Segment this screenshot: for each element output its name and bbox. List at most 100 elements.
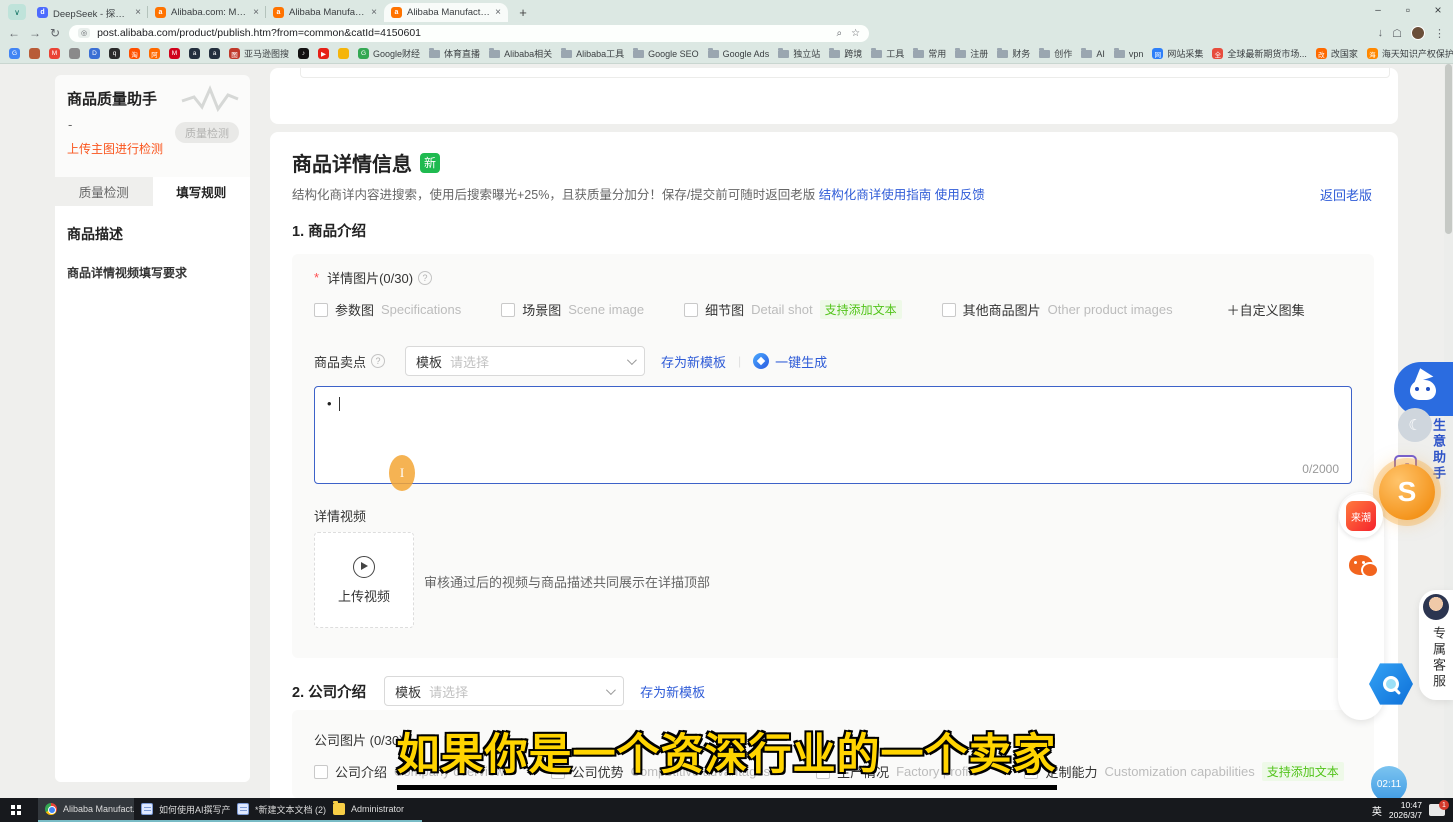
extension-icon[interactable]: [922, 27, 934, 39]
selling-point-editor[interactable]: • 0/2000: [314, 386, 1352, 484]
scrollbar-thumb[interactable]: [1445, 64, 1452, 234]
bookmark-item[interactable]: [338, 48, 349, 59]
bookmark-item[interactable]: Google SEO: [633, 49, 699, 59]
customer-service-pill[interactable]: 专属客服: [1419, 590, 1453, 700]
bookmark-item[interactable]: ▶: [318, 48, 329, 59]
bookmark-star-icon[interactable]: [851, 28, 860, 39]
bookmark-item[interactable]: 常用: [913, 47, 946, 60]
tab-alibaba-1[interactable]: a Alibaba.com: Manufacturers...: [148, 3, 266, 22]
minimize-button[interactable]: [1363, 0, 1393, 20]
new-tab-button[interactable]: [514, 3, 532, 21]
tab-close-icon[interactable]: [135, 8, 141, 18]
extension-icon[interactable]: [941, 27, 953, 39]
template-select[interactable]: 模板 请选择: [405, 346, 645, 376]
extension-icon[interactable]: [1074, 27, 1086, 39]
ime-indicator[interactable]: 英: [1372, 803, 1382, 818]
bookmark-item[interactable]: 财务: [997, 47, 1030, 60]
profile-avatar[interactable]: [1411, 26, 1425, 40]
save-as-template-link[interactable]: 存为新模板: [640, 682, 705, 701]
url-text[interactable]: post.alibaba.com/product/publish.htm?fro…: [97, 27, 421, 39]
checkbox-icon[interactable]: [314, 303, 328, 317]
tab-deepseek[interactable]: d DeepSeek - 探索未至之境: [30, 3, 148, 22]
bookmark-item[interactable]: a: [189, 48, 200, 59]
bookmark-item[interactable]: 海 海天知识产权保护...: [1367, 47, 1453, 60]
extension-icon[interactable]: [1055, 27, 1067, 39]
extension-icon[interactable]: [884, 27, 896, 39]
checkbox-icon[interactable]: [314, 765, 328, 779]
bookmark-item[interactable]: vpn: [1114, 49, 1144, 59]
bookmark-item[interactable]: 淘: [129, 48, 140, 59]
wechat-icon[interactable]: [1339, 543, 1383, 587]
downloads-icon[interactable]: [1378, 27, 1384, 39]
bookmark-item[interactable]: 网 网站采集: [1152, 47, 1203, 60]
bookmark-item[interactable]: 工具: [871, 47, 904, 60]
tray-icon[interactable]: [1336, 805, 1347, 816]
extension-icon[interactable]: [1036, 27, 1048, 39]
tab-fill-rules[interactable]: 填写规则: [153, 177, 251, 206]
bookmark-item[interactable]: 跨境: [829, 47, 862, 60]
chrome-menu-icon[interactable]: [1434, 27, 1445, 40]
notification-icon[interactable]: 1: [1429, 804, 1445, 816]
quality-check-button[interactable]: 质量检测: [175, 122, 239, 143]
taskbar-app-chrome[interactable]: Alibaba Manufact...: [38, 798, 134, 822]
extensions-icon[interactable]: [1392, 27, 1402, 40]
company-type-checkbox[interactable]: 定制能力 Customization capabilities 支持添加文本: [1024, 762, 1343, 781]
tray-icon[interactable]: [1282, 805, 1293, 816]
bookmark-item[interactable]: M: [169, 48, 180, 59]
laichao-app-icon[interactable]: 来潮: [1339, 494, 1383, 538]
bookmark-item[interactable]: D: [89, 48, 100, 59]
back-to-old-version-link[interactable]: 返回老版: [1320, 185, 1372, 204]
tray-icon[interactable]: [1300, 805, 1311, 816]
extension-icon[interactable]: [1112, 27, 1124, 39]
tab-quality-check[interactable]: 质量检测: [55, 177, 153, 206]
upload-main-image-link[interactable]: 上传主图进行检测: [67, 140, 163, 157]
image-type-checkbox[interactable]: 细节图 Detail shot 支持添加文本: [684, 300, 901, 319]
bookmark-item[interactable]: 改 改国家: [1316, 47, 1358, 60]
reload-icon[interactable]: [50, 27, 60, 39]
image-type-checkbox[interactable]: 其他商品图片 Other product images: [942, 300, 1173, 319]
start-button[interactable]: [0, 798, 38, 822]
bookmark-item[interactable]: [69, 48, 80, 59]
custom-gallery-link[interactable]: ＋自定义图集: [1227, 300, 1305, 319]
address-bar[interactable]: post.alibaba.com/product/publish.htm?fro…: [69, 25, 869, 42]
bookmark-item[interactable]: M: [49, 48, 60, 59]
bookmark-item[interactable]: a: [209, 48, 220, 59]
structured-guide-link[interactable]: 结构化商详使用指南: [819, 188, 932, 202]
upload-video-button[interactable]: 上传视频: [314, 532, 414, 628]
save-as-template-link[interactable]: 存为新模板: [661, 352, 726, 371]
tab-close-icon[interactable]: [253, 8, 259, 18]
extension-icon[interactable]: [1131, 27, 1143, 39]
help-icon[interactable]: [371, 354, 385, 368]
forward-icon[interactable]: [29, 27, 41, 39]
tab-close-icon[interactable]: [371, 8, 377, 18]
tab-close-icon[interactable]: [495, 8, 501, 18]
bookmark-item[interactable]: 注册: [955, 47, 988, 60]
feedback-link[interactable]: 使用反馈: [935, 188, 985, 202]
bookmark-item[interactable]: 体育直播: [429, 47, 480, 60]
extension-icon[interactable]: [1017, 27, 1029, 39]
tray-icon[interactable]: [1318, 805, 1329, 816]
extension-icon[interactable]: [998, 27, 1010, 39]
site-info-icon[interactable]: [78, 28, 90, 38]
bookmark-item[interactable]: q: [109, 48, 120, 59]
moon-icon[interactable]: [1398, 408, 1432, 442]
tab-alibaba-active[interactable]: a Alibaba Manufacturer Direct...: [384, 3, 508, 22]
taskbar-app-notepad-1[interactable]: 如何使用AI撰写产...: [134, 798, 230, 822]
bookmark-item[interactable]: ♪: [298, 48, 309, 59]
back-icon[interactable]: [8, 27, 20, 39]
tray-icon[interactable]: [1192, 805, 1203, 816]
bookmark-item[interactable]: 全 全球最新期货市场...: [1212, 47, 1307, 60]
bookmark-item[interactable]: Alibaba工具: [561, 47, 624, 60]
bookmark-item[interactable]: G Google财经: [358, 47, 420, 60]
checkbox-icon[interactable]: [942, 303, 956, 317]
bookmark-item[interactable]: G: [9, 48, 20, 59]
skype-icon[interactable]: S: [1379, 464, 1435, 520]
maximize-button[interactable]: [1393, 0, 1423, 20]
tray-icon[interactable]: [1228, 805, 1239, 816]
tray-icon[interactable]: [1156, 805, 1167, 816]
extension-icon[interactable]: [1093, 27, 1105, 39]
tray-icon[interactable]: [1264, 805, 1275, 816]
extension-icon[interactable]: [903, 27, 915, 39]
tab-search-icon[interactable]: [8, 4, 26, 20]
extension-icon[interactable]: [960, 27, 972, 39]
